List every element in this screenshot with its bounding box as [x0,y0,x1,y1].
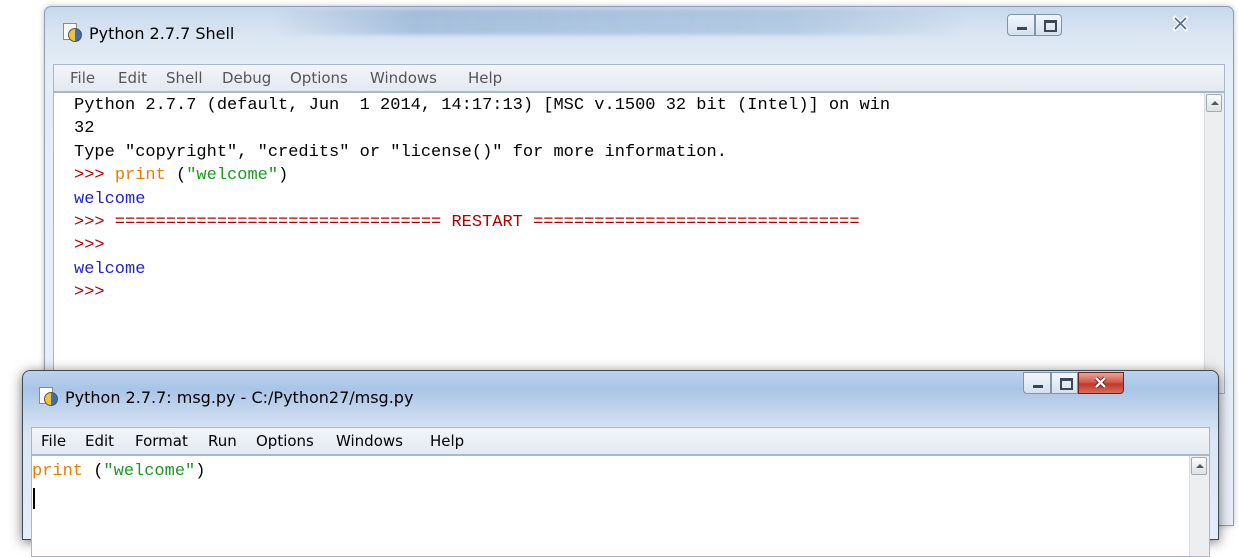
editor-menu-edit[interactable]: Edit [85,432,114,450]
shell-line: welcome [74,189,145,211]
shell-maximize-button[interactable] [1035,14,1062,36]
editor-code-area[interactable]: print ("welcome") [31,455,1210,557]
scroll-up-arrow-icon[interactable] [1206,94,1222,112]
shell-text-segment: >>> ================================ RES… [74,213,860,232]
shell-menu-debug[interactable]: Debug [222,69,271,87]
editor-menu-run[interactable]: Run [208,432,237,450]
minimize-icon [1033,385,1043,388]
editor-titlebar[interactable]: Python 2.7.7: msg.py - C:/Python27/msg.p… [23,371,1218,427]
shell-text-segment: >>> [74,166,115,186]
editor-line: print ("welcome") [32,461,205,483]
shell-line: >>> print ("welcome") [74,165,288,187]
shell-line: >>> [74,235,115,257]
editor-maximize-button[interactable] [1051,372,1078,394]
shell-menu-file[interactable]: File [70,69,95,87]
shell-titlebar[interactable]: Python 2.7.7 Shell [45,7,1233,65]
editor-window[interactable]: Python 2.7.7: msg.py - C:/Python27/msg.p… [22,370,1219,557]
shell-menu-options[interactable]: Options [290,69,348,87]
maximize-icon [1060,378,1073,390]
editor-menu-file[interactable]: File [41,432,66,450]
shell-text-segment: >>> [74,236,115,256]
close-icon [1172,15,1189,32]
editor-menu-help[interactable]: Help [430,432,464,450]
editor-menu-format[interactable]: Format [135,432,188,450]
editor-menubar: File Edit Format Run Options Windows Hel… [31,427,1210,455]
shell-line: welcome [74,259,145,281]
maximize-icon [1044,20,1057,32]
editor-text-segment: ) [195,462,206,481]
shell-line: Python 2.7.7 (default, Jun 1 2014, 14:17… [74,95,890,117]
shell-menubar: File Edit Shell Debug Options Windows He… [53,64,1225,92]
minimize-icon [1017,27,1027,30]
shell-text-segment: >>> [74,283,115,303]
shell-menu-shell[interactable]: Shell [166,69,203,87]
shell-menu-help[interactable]: Help [468,69,502,87]
editor-close-button[interactable] [1078,372,1124,394]
shell-text-segment: Python 2.7.7 (default, Jun 1 2014, 14:17… [74,96,891,115]
shell-line: >>> [74,282,115,304]
shell-text-segment: welcome [74,259,146,279]
editor-menu-options[interactable]: Options [256,432,314,450]
title-glow-decoration [275,9,965,35]
shell-output-area[interactable]: Python 2.7.7 (default, Jun 1 2014, 14:17… [53,92,1225,394]
shell-line: Type "copyright", "credits" or "license(… [74,142,727,164]
shell-text-segment: welcome [74,189,146,209]
editor-text-segment: "welcome" [103,462,196,481]
editor-text-segment: ( [83,462,104,481]
editor-minimize-button[interactable] [1023,372,1051,394]
shell-text-segment: ( [165,166,187,186]
shell-text-segment: ) [278,166,289,186]
close-icon [1094,376,1107,389]
shell-text-segment: "welcome" [186,166,279,186]
editor-text-segment: print [32,462,84,481]
shell-close-button[interactable] [1163,13,1199,35]
shell-text-segment: Type "copyright", "credits" or "license(… [74,142,727,162]
shell-line: >>> ================================ RES… [74,212,860,234]
shell-window-title: Python 2.7.7 Shell [89,24,235,43]
shell-menu-windows[interactable]: Windows [370,69,437,87]
shell-vertical-scrollbar[interactable] [1204,93,1224,393]
python-idle-icon[interactable] [37,386,58,406]
text-cursor [33,488,35,509]
editor-vertical-scrollbar[interactable] [1189,456,1209,556]
shell-minimize-button[interactable] [1007,14,1035,36]
shell-line: 32 [74,118,94,140]
scroll-up-arrow-icon[interactable] [1191,457,1207,475]
python-idle-icon[interactable] [61,22,82,42]
shell-menu-edit[interactable]: Edit [118,69,147,87]
editor-window-title: Python 2.7.7: msg.py - C:/Python27/msg.p… [65,388,414,407]
shell-text-segment: print [114,166,166,186]
editor-menu-windows[interactable]: Windows [336,432,403,450]
shell-text-segment: 32 [74,119,95,139]
